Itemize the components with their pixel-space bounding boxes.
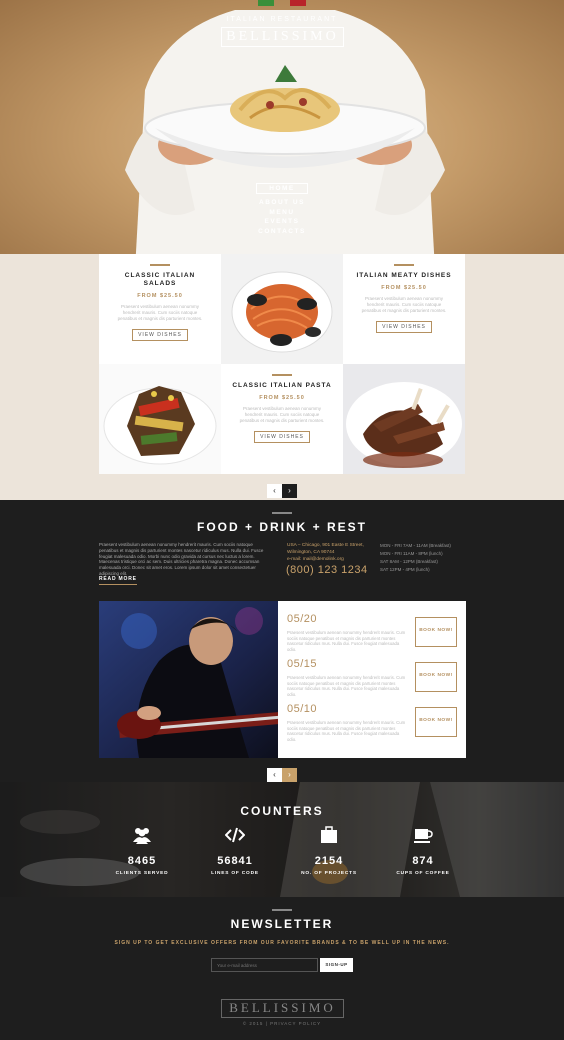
events-pager: ‹ › [267, 764, 297, 782]
title-divider [150, 264, 170, 266]
footer-logo[interactable]: BELLISSIMO [221, 999, 344, 1018]
menu-card-pasta: CLASSIC ITALIAN PASTA FROM $25.50 Praese… [221, 364, 343, 474]
counter-value: 2154 [314, 855, 344, 867]
counter-clients: 8465 CLIENTS SERVED [97, 826, 187, 876]
hours-line: SAT 8AM - 12PM (Breakfast) [380, 559, 438, 564]
view-dishes-button[interactable]: VIEW DISHES [376, 320, 432, 333]
address-line: USA – Chicago, 901 Easte E Street, [287, 543, 364, 548]
title-divider [272, 374, 292, 376]
hours-line: SAT 12PM - 4PM (lunch) [380, 567, 430, 572]
hero-section: ITALIAN RESTAURANT BELLISSIMO HOME ABOUT… [0, 0, 564, 254]
view-dishes-button[interactable]: VIEW DISHES [254, 430, 310, 443]
coffee-cup-icon [414, 829, 433, 843]
restaurant-subtitle: ITALIAN RESTAURANT [226, 16, 338, 23]
prev-arrow-button[interactable]: ‹ [267, 768, 282, 782]
event-item: 05/20 Praesent vestibulum aenean nonummy… [287, 613, 457, 653]
counter-lines-of-code: 56841 LINES OF CODE [190, 826, 280, 876]
menu-card-description: Praesent vestibulum aenean nonummy hendr… [117, 303, 203, 321]
menu-card-title: CLASSIC ITALIAN PASTA [232, 381, 332, 389]
nav-events[interactable]: EVENTS [0, 217, 564, 227]
email-field[interactable] [211, 958, 318, 972]
counter-value: 874 [412, 855, 434, 867]
menu-card-salads: CLASSIC ITALIAN SALADS FROM $25.50 Praes… [99, 254, 221, 364]
email-link[interactable]: e-mail: mail@demolink.org [287, 556, 364, 563]
section-divider [272, 512, 292, 514]
counter-value: 56841 [217, 855, 253, 867]
event-description: Praesent vestibulum aenean nonummy hendr… [287, 720, 406, 742]
section-divider [272, 909, 292, 911]
nav-about-us[interactable]: ABOUT US [0, 198, 564, 208]
event-item: 05/15 Praesent vestibulum aenean nonummy… [287, 658, 457, 698]
section-title: FOOD + DRINK + REST [196, 520, 368, 534]
title-divider [394, 264, 414, 266]
book-now-button[interactable]: BOOK NOW! [415, 617, 457, 647]
phone-number[interactable]: (800) 123 1234 [286, 564, 368, 576]
view-dishes-button[interactable]: VIEW DISHES [132, 328, 188, 341]
lamb-chops-photo [343, 364, 465, 474]
counter-label: CLIENTS SERVED [115, 871, 169, 876]
opening-hours: MON - FRI 7AM - 11AM (Breakfast) MON - F… [380, 542, 451, 574]
counter-coffee: 874 CUPS OF COFFEE [378, 826, 468, 876]
counters-section: COUNTERS 8465 CLIENTS SERVED 56841 LINES… [0, 782, 564, 897]
book-now-button[interactable]: BOOK NOW! [415, 707, 457, 737]
menu-card-description: Praesent vestibulum aenean nonummy hendr… [239, 405, 325, 423]
menu-section: CLASSIC ITALIAN SALADS FROM $25.50 Praes… [0, 254, 564, 500]
newsletter-subtitle: SIGN UP TO GET EXCLUSIVE OFFERS FROM OUR… [114, 940, 450, 946]
menu-card-title: CLASSIC ITALIAN SALADS [124, 271, 196, 287]
menu-card-price: FROM $25.50 [259, 394, 305, 401]
brand-logo[interactable]: BELLISSIMO [221, 27, 344, 47]
menu-card-price: FROM $25.50 [137, 292, 183, 299]
food-drink-rest-section: FOOD + DRINK + REST Praesent vestibulum … [0, 500, 564, 782]
newsletter-section: NEWSLETTER SIGN UP TO GET EXCLUSIVE OFFE… [0, 897, 564, 1040]
sign-up-button[interactable]: SIGN-UP [320, 958, 353, 972]
book-now-button[interactable]: BOOK NOW! [415, 662, 457, 692]
counter-projects: 2154 NO. OF PROJECTS [284, 826, 374, 876]
events-panel: 05/20 Praesent vestibulum aenean nonummy… [99, 601, 466, 758]
menu-card-meaty-dishes: ITALIAN MEATY DISHES FROM $25.50 Praesen… [343, 254, 465, 364]
counter-value: 8465 [127, 855, 157, 867]
about-text: Praesent vestibulum aenean nonummy hendr… [99, 542, 264, 576]
nav-home[interactable]: HOME [256, 183, 308, 194]
users-icon [133, 828, 151, 844]
spaghetti-mussels-photo [221, 254, 343, 364]
counter-label: NO. OF PROJECTS [301, 871, 357, 876]
guitarist-photo [99, 601, 278, 758]
menu-card-description: Praesent vestibulum aenean nonummy hendr… [361, 295, 447, 313]
counter-label: CUPS OF COFFEE [396, 871, 450, 876]
nav-menu[interactable]: MENU [0, 208, 564, 218]
event-description: Praesent vestibulum aenean nonummy hendr… [287, 630, 406, 652]
main-navigation: HOME ABOUT US MENU EVENTS CONTACTS [0, 183, 564, 236]
counter-label: LINES OF CODE [211, 871, 259, 876]
menu-card-price: FROM $25.50 [381, 284, 427, 291]
briefcase-icon [321, 826, 337, 843]
code-icon [224, 827, 246, 843]
prev-arrow-button[interactable]: ‹ [267, 484, 282, 498]
next-arrow-button[interactable]: › [282, 484, 297, 498]
event-item: 05/10 Praesent vestibulum aenean nonummy… [287, 703, 457, 743]
hours-line: MON - FRI 11AM - 8PM (lunch) [380, 551, 443, 556]
event-description: Praesent vestibulum aenean nonummy hendr… [287, 675, 406, 697]
menu-card-title: ITALIAN MEATY DISHES [356, 271, 452, 279]
copyright-privacy[interactable]: © 2015 | PRIVACY POLICY [0, 1021, 564, 1026]
counters-title: COUNTERS [240, 804, 324, 818]
read-more-link[interactable]: READ MORE [99, 576, 137, 585]
nav-contacts[interactable]: CONTACTS [0, 227, 564, 237]
address-block: USA – Chicago, 901 Easte E Street, Wilmi… [287, 542, 364, 563]
address-line: Wilmington, CA 90744 [287, 550, 335, 555]
grilled-vegetables-photo [99, 364, 221, 474]
newsletter-title: NEWSLETTER [230, 917, 334, 931]
next-arrow-button[interactable]: › [282, 768, 297, 782]
hours-line: MON - FRI 7AM - 11AM (Breakfast) [380, 543, 451, 548]
overlay [0, 782, 564, 897]
menu-pager: ‹ › [267, 480, 297, 498]
